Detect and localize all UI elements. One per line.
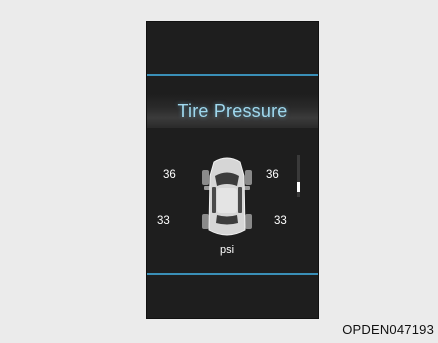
front-left-tire-pressure: 36 — [163, 169, 176, 181]
cluster-display: Tire Pressure 36 36 33 33 psi — [146, 21, 319, 319]
top-divider — [147, 74, 318, 76]
car-top-view-icon — [202, 157, 252, 236]
rear-right-tire-pressure: 33 — [274, 215, 287, 227]
page-title: Tire Pressure — [177, 101, 288, 121]
pressure-unit-label: psi — [220, 244, 235, 256]
front-right-tire-pressure: 36 — [266, 169, 279, 181]
figure-code: OPDEN047193 — [342, 322, 434, 337]
bottom-divider — [147, 273, 318, 275]
scrollbar-thumb — [297, 182, 300, 192]
rear-left-tire-pressure: 33 — [157, 215, 170, 227]
